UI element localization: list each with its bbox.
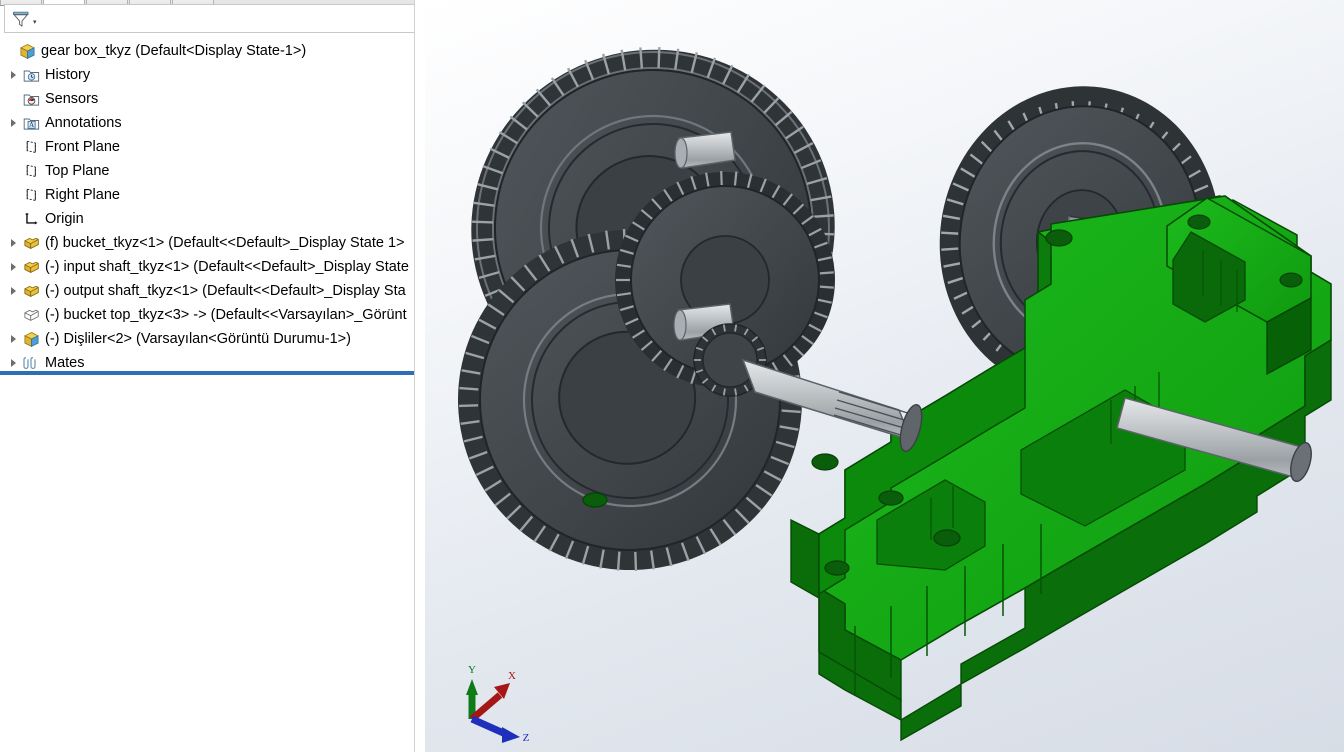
coordinate-triad: Y X Z (466, 664, 530, 744)
tree-row-front-plane[interactable]: Front Plane (0, 135, 425, 159)
triad-x-label: X (508, 670, 516, 682)
triad-z-axis: Z (470, 715, 530, 744)
tree-row-top-plane[interactable]: Top Plane (0, 159, 425, 183)
plane-icon (20, 183, 42, 207)
tree-row-origin[interactable]: Origin (0, 207, 425, 231)
tree-item-label: Mates (45, 355, 85, 369)
tree-item-label: (-) Dişliler<2> (Varsayılan<Görüntü Duru… (45, 331, 351, 347)
tree-row-root[interactable]: gear box_tkyz (Default<Display State-1>) (0, 39, 425, 63)
bucket-tkyz-expander[interactable] (6, 231, 20, 255)
origin-icon (20, 207, 42, 231)
solidworks-window: ☲ ▤ ≡ △ ● (0, 0, 1344, 752)
part-icon (20, 231, 42, 255)
tree-row-input-shaft-tkyz[interactable]: (-) input shaft_tkyz<1> (Default<<Defaul… (0, 255, 425, 279)
feature-tree[interactable]: gear box_tkyz (Default<Display State-1>)… (0, 39, 425, 369)
tree-row-disliler[interactable]: (-) Dişliler<2> (Varsayılan<Görüntü Duru… (0, 327, 425, 351)
history-expander[interactable] (6, 63, 20, 87)
input-shaft-expander[interactable] (6, 255, 20, 279)
plane-icon (20, 135, 42, 159)
tree-filter-bar[interactable]: ▾ (4, 4, 422, 33)
front-plane-expander-spacer (6, 135, 20, 159)
tree-root-label: gear box_tkyz (Default<Display State-1>) (41, 43, 307, 59)
filter-funnel-icon[interactable] (6, 5, 36, 32)
output-shaft-expander[interactable] (6, 279, 20, 303)
part-icon (20, 255, 42, 279)
annotations-folder-icon: A (20, 111, 42, 135)
tree-item-label: Top Plane (45, 163, 110, 179)
bucket-top-expander-spacer (6, 303, 20, 327)
tree-row-right-plane[interactable]: Right Plane (0, 183, 425, 207)
disliler-expander[interactable] (6, 327, 20, 351)
filter-dropdown-caret[interactable]: ▾ (33, 18, 37, 26)
tree-row-bucket-tkyz[interactable]: (f) bucket_tkyz<1> (Default<<Default>_Di… (0, 231, 425, 255)
assembly-icon (20, 327, 42, 351)
triad-y-axis: Y (466, 664, 478, 719)
feature-manager-panel: ☲ ▤ ≡ △ ● (0, 0, 425, 752)
mates-icon (20, 351, 42, 369)
tree-bottom-separator (0, 371, 421, 375)
tree-row-annotations[interactable]: A Annotations (0, 111, 425, 135)
triad-z-label: Z (523, 732, 530, 744)
triad-y-label: Y (468, 664, 476, 676)
sensors-folder-icon (20, 87, 42, 111)
model-render (458, 47, 1332, 742)
sensors-expander-spacer (6, 87, 20, 111)
tree-item-label: Annotations (45, 115, 122, 131)
tree-item-label: Front Plane (45, 139, 120, 155)
tree-item-label: Origin (45, 211, 84, 227)
graphics-viewport[interactable]: Y X Z (425, 0, 1344, 752)
tree-item-label: Sensors (45, 91, 99, 107)
svg-text:A: A (29, 121, 35, 129)
top-plane-expander-spacer (6, 159, 20, 183)
tree-row-bucket-top-tkyz[interactable]: (-) bucket top_tkyz<3> -> (Default<<Vars… (0, 303, 425, 327)
triad-x-axis: X (469, 670, 516, 722)
right-plane-expander-spacer (6, 183, 20, 207)
plane-icon (20, 159, 42, 183)
tree-row-sensors[interactable]: Sensors (0, 87, 425, 111)
panel-scrollbar[interactable] (414, 0, 425, 752)
history-folder-icon (20, 63, 42, 87)
tree-item-label: (-) bucket top_tkyz<3> -> (Default<<Vars… (45, 307, 407, 323)
tree-item-label: (f) bucket_tkyz<1> (Default<<Default>_Di… (45, 235, 405, 251)
part-outline-icon (20, 303, 42, 327)
tree-item-label: (-) output shaft_tkyz<1> (Default<<Defau… (45, 283, 406, 299)
root-expander-spacer (2, 39, 16, 63)
tree-item-label: History (45, 67, 91, 83)
origin-expander-spacer (6, 207, 20, 231)
tree-row-history[interactable]: History (0, 63, 425, 87)
annotations-expander[interactable] (6, 111, 20, 135)
part-icon (20, 279, 42, 303)
mates-expander[interactable] (6, 351, 20, 369)
tree-item-label: Right Plane (45, 187, 120, 203)
assembly-icon (16, 39, 38, 63)
tree-row-output-shaft-tkyz[interactable]: (-) output shaft_tkyz<1> (Default<<Defau… (0, 279, 425, 303)
tree-item-label: (-) input shaft_tkyz<1> (Default<<Defaul… (45, 259, 409, 275)
tree-row-mates[interactable]: Mates (0, 351, 425, 369)
